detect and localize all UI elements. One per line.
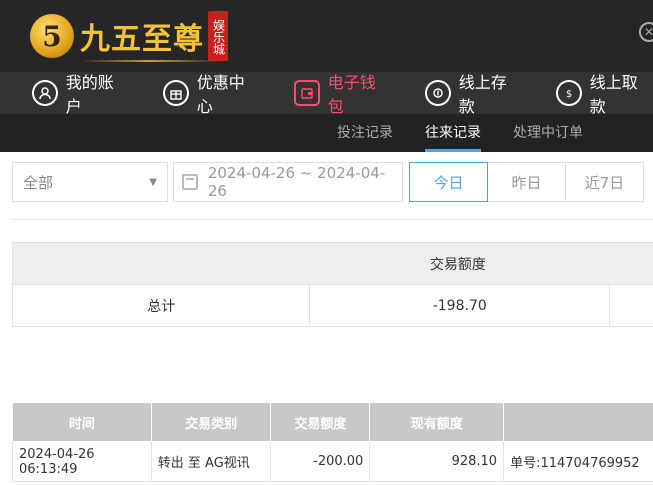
- records-table: 时间 交易类别 交易额度 现有额度 2024-04-26 06:13:49 转出…: [12, 402, 653, 482]
- summary-header-extra: [609, 242, 653, 285]
- calendar-icon: [182, 174, 198, 190]
- summary-total-value: -198.70: [309, 284, 611, 327]
- gift-icon: [163, 80, 189, 106]
- section-divider: [12, 219, 653, 220]
- col-time: 时间: [12, 402, 152, 442]
- summary-total-extra: [609, 284, 653, 327]
- logo-badge-icon: 5: [30, 14, 74, 58]
- nav-item-label: 电子钱包: [327, 73, 376, 116]
- summary-total-row: 总计 -198.70: [11, 284, 653, 327]
- tab-transaction-records[interactable]: 往来记录: [425, 114, 481, 152]
- site-header: 5 九五至尊 娱乐城 ✕: [0, 0, 653, 72]
- cell-note: 单号:114704769952: [503, 441, 653, 482]
- sub-nav: 投注记录 往来记录 处理中订单: [0, 114, 653, 152]
- wallet-icon: [294, 80, 320, 106]
- withdraw-icon: $: [556, 80, 582, 106]
- col-note: [503, 402, 653, 442]
- nav-item-label: 线上取款: [589, 73, 638, 116]
- table-row: 2024-04-26 06:13:49 转出 至 AG视讯 -200.00 92…: [12, 441, 653, 482]
- col-type: 交易类别: [150, 402, 272, 442]
- cell-type: 转出 至 AG视讯: [150, 441, 272, 482]
- range-today-button[interactable]: 今日: [409, 162, 488, 202]
- type-select[interactable]: 全部 ▼: [12, 162, 168, 202]
- date-range-value: 2024-04-26 ~ 2024-04-26: [207, 164, 386, 200]
- type-select-value: 全部: [23, 173, 54, 192]
- summary-table: 交易额度 总计 -198.70: [11, 242, 653, 327]
- close-icon[interactable]: ✕: [639, 22, 653, 42]
- summary-header-amount: 交易额度: [309, 242, 610, 285]
- quick-range-group: 今日 昨日 近7日: [409, 162, 644, 202]
- tab-bet-records[interactable]: 投注记录: [337, 114, 393, 152]
- summary-header-row: 交易额度: [11, 242, 653, 285]
- nav-item-online-withdraw[interactable]: $ 线上取款: [556, 72, 653, 116]
- nav-item-label: 我的账户: [65, 73, 114, 116]
- range-7days-button[interactable]: 近7日: [565, 162, 644, 202]
- cell-time: 2024-04-26 06:13:49: [12, 441, 152, 482]
- summary-total-label: 总计: [11, 284, 311, 327]
- main-nav: 我的账户 优惠中心 电子钱包 线上存款 $ 线上取款: [0, 72, 653, 116]
- nav-item-promotions[interactable]: 优惠中心: [163, 72, 260, 116]
- deposit-icon: [425, 80, 451, 106]
- nav-item-my-account[interactable]: 我的账户: [32, 72, 129, 116]
- brand-name: 九五至尊: [80, 22, 204, 57]
- summary-header-blank: [11, 242, 310, 285]
- brand-seal: 娱乐城: [208, 11, 228, 61]
- svg-text:$: $: [566, 89, 572, 100]
- nav-item-e-wallet[interactable]: 电子钱包: [294, 72, 391, 116]
- range-yesterday-button[interactable]: 昨日: [487, 162, 566, 202]
- cell-amount: -200.00: [270, 441, 371, 482]
- col-balance: 现有额度: [369, 402, 505, 442]
- nav-item-label: 线上存款: [458, 73, 507, 116]
- user-icon: [32, 80, 58, 106]
- date-range-input[interactable]: 2024-04-26 ~ 2024-04-26: [173, 162, 403, 202]
- logo-ornament: [80, 60, 220, 62]
- col-amount: 交易额度: [270, 402, 371, 442]
- chevron-down-icon: ▼: [149, 176, 157, 188]
- tab-pending-orders[interactable]: 处理中订单: [513, 114, 583, 152]
- nav-item-label: 优惠中心: [196, 73, 245, 116]
- brand-logo[interactable]: 5 九五至尊 娱乐城: [30, 8, 228, 64]
- records-header-row: 时间 交易类别 交易额度 现有额度: [12, 402, 653, 442]
- cell-balance: 928.10: [369, 441, 505, 482]
- nav-item-online-deposit[interactable]: 线上存款: [425, 72, 522, 116]
